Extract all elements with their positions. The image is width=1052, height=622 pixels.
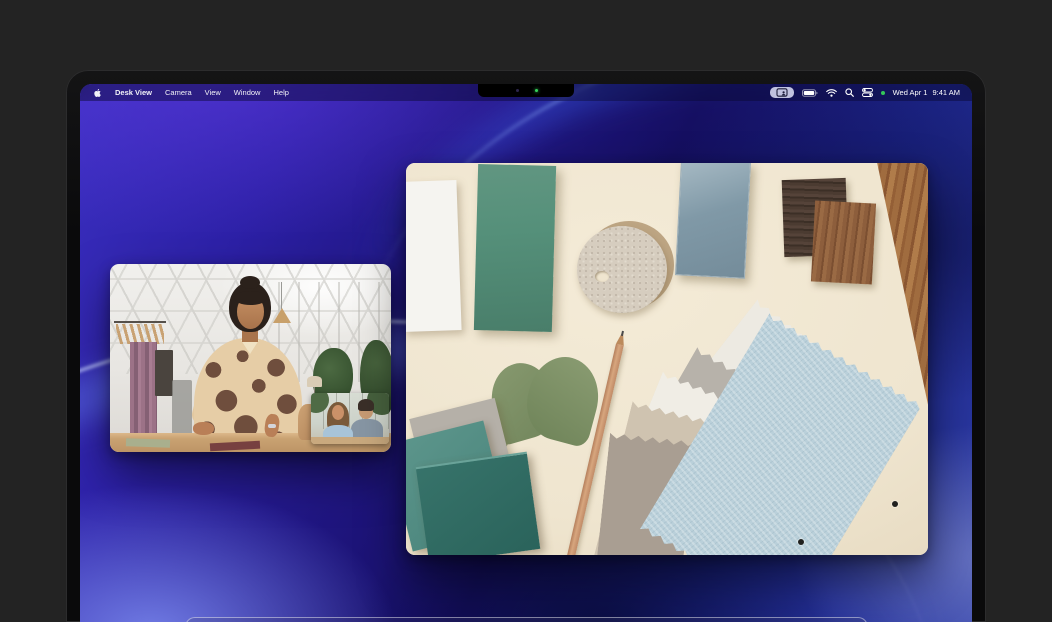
- pip-desk-edge: [311, 437, 389, 444]
- menu-app-name[interactable]: Desk View: [115, 88, 152, 97]
- menu-bar-menus: Desk View Camera View Window Help: [80, 88, 289, 98]
- wifi-icon[interactable]: [826, 89, 837, 97]
- clock-date: Wed Apr 1: [893, 88, 928, 97]
- menu-bar-status: Wed Apr 1 9:41 AM: [770, 87, 972, 98]
- display-notch: [478, 84, 574, 97]
- clothing-hangers: [116, 324, 164, 344]
- camera-active-indicator: [535, 89, 538, 92]
- pendant-lamp-cord: [281, 282, 282, 309]
- felt-coaster: [577, 226, 667, 313]
- menu-bar-clock[interactable]: Wed Apr 1 9:41 AM: [893, 88, 960, 97]
- felt-coaster-hole: [595, 271, 609, 282]
- desk-view-icon: [776, 88, 788, 97]
- swatch-grommet: [798, 539, 804, 545]
- dock[interactable]: [185, 617, 868, 622]
- sage-green-tile: [474, 164, 556, 332]
- silver-ring: [268, 424, 276, 428]
- menu-camera[interactable]: Camera: [165, 88, 192, 97]
- clothing-rack-bar: [114, 321, 166, 323]
- macbook-screen: Desk View Camera View Window Help: [80, 84, 972, 622]
- marketing-canvas: Desk View Camera View Window Help: [0, 0, 1052, 622]
- camera-in-use-dot: [881, 91, 885, 95]
- menu-window[interactable]: Window: [234, 88, 261, 97]
- call-participants-pip[interactable]: [311, 393, 389, 444]
- battery-icon[interactable]: [802, 89, 818, 97]
- control-center-icon[interactable]: [862, 88, 873, 97]
- swatch-grommet: [892, 501, 898, 507]
- menu-view[interactable]: View: [205, 88, 221, 97]
- dark-cabinet: [155, 350, 173, 396]
- teak-veneer: [811, 200, 876, 284]
- pip-woman-face: [332, 405, 344, 420]
- desk-view-window[interactable]: [406, 163, 928, 555]
- pendant-lamp: [273, 308, 291, 323]
- camera-lens: [516, 89, 519, 92]
- search-icon[interactable]: [845, 88, 854, 97]
- presenter-left-hand: [193, 422, 214, 435]
- floor-lamp-shade: [307, 376, 322, 387]
- pip-man-hair: [358, 399, 374, 411]
- blue-gray-tile: [675, 163, 751, 279]
- facetime-video-window[interactable]: [110, 264, 391, 452]
- desk-view-status-pill[interactable]: [770, 87, 794, 98]
- white-tile: [406, 180, 462, 332]
- presenter-hair-bun: [240, 276, 260, 289]
- menu-help[interactable]: Help: [273, 88, 288, 97]
- presenter-hair-fringe: [234, 291, 267, 305]
- desk-sage-sample: [126, 438, 170, 448]
- clock-time: 9:41 AM: [932, 88, 960, 97]
- apple-logo-icon[interactable]: [93, 88, 102, 98]
- dark-teal-square-tile: [416, 452, 541, 555]
